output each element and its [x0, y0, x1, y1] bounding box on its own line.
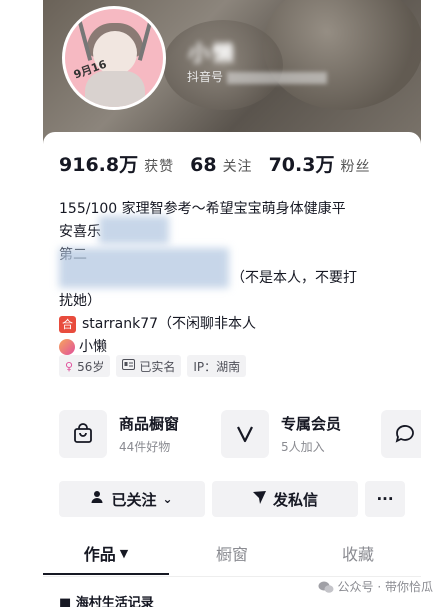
id-card-icon — [122, 359, 136, 373]
watermark: 公众号 · 带你恰瓜 — [318, 578, 433, 595]
service-subtitle: 44件好物 — [119, 440, 171, 454]
stat-value: 916.8万 — [59, 154, 139, 176]
banner-decoration — [263, 0, 421, 110]
group-chat-entry[interactable] — [381, 410, 421, 458]
bio[interactable]: 155/100 家理智参考～希望宝宝萌身体健康平 安喜乐 第二 （不是本人，不要… — [59, 198, 409, 359]
redaction-blur — [59, 248, 229, 288]
stat-value: 70.3万 — [268, 154, 335, 176]
content-tabs: 作品 ▼ 橱窗 收藏 — [43, 530, 421, 577]
tab-favorites[interactable]: 收藏 — [295, 530, 421, 576]
tab-label: 收藏 — [341, 545, 374, 564]
profile-chips: ♀ 56岁 已实名 IP：湖南 — [59, 355, 252, 377]
female-icon: ♀ — [65, 359, 74, 373]
chevron-down-icon: ⌄ — [162, 492, 173, 506]
profile-card: 916.8万 获赞 68 关注 70.3万 粉丝 155/100 家理智参考～希… — [43, 132, 421, 607]
profile-screen: 9月16 小懒 抖音号 916.8万 获赞 68 关注 70.3万 粉丝 155… — [43, 0, 421, 607]
bio-line: 扰她） — [59, 293, 101, 309]
shop-window-entry[interactable]: 商品橱窗 44件好物 — [59, 410, 179, 458]
shopping-bag-icon — [59, 410, 107, 458]
message-label: 发私信 — [272, 490, 318, 509]
chat-bubble-icon — [381, 410, 421, 458]
more-button[interactable]: ··· — [365, 481, 405, 517]
redaction-blur — [99, 216, 169, 244]
avatar-image: 9月16 — [65, 9, 163, 107]
chip-label: IP：湖南 — [193, 359, 241, 374]
tab-showcase[interactable]: 橱窗 — [169, 530, 295, 576]
tab-label: 橱窗 — [215, 545, 248, 564]
stat-label: 粉丝 — [340, 159, 371, 175]
stat-value: 68 — [190, 154, 217, 176]
followed-label: 已关注 — [111, 490, 157, 509]
membership-entry[interactable]: 专属会员 5人加入 — [221, 410, 341, 458]
left-margin — [0, 0, 43, 607]
stat-following[interactable]: 68 关注 — [190, 154, 252, 176]
service-subtitle: 5人加入 — [281, 440, 325, 454]
avatar-body — [85, 71, 145, 107]
douyin-id[interactable]: 抖音号 — [187, 68, 328, 85]
user-check-icon — [91, 490, 105, 508]
chip-verified[interactable]: 已实名 — [116, 355, 182, 377]
send-message-button[interactable]: 发私信 — [212, 481, 358, 517]
stat-label: 关注 — [222, 159, 253, 175]
bio-line: 合 starrank77（不闲聊非本人 — [59, 313, 409, 336]
sweet-potato-icon — [59, 339, 75, 355]
chip-label: 已实名 — [139, 359, 176, 374]
douyin-id-redacted — [227, 71, 328, 84]
stat-followers[interactable]: 70.3万 粉丝 — [269, 150, 371, 177]
active-tab-indicator — [43, 573, 169, 575]
more-dots-icon: ··· — [376, 490, 394, 508]
caret-down-icon: ▼ — [119, 546, 129, 560]
wechat-icon — [318, 581, 334, 593]
chip-age: ♀ 56岁 — [59, 355, 111, 377]
avatar[interactable]: 9月16 — [62, 6, 166, 110]
stat-label: 获赞 — [144, 159, 175, 175]
stat-likes[interactable]: 916.8万 获赞 — [59, 150, 174, 177]
tab-works[interactable]: 作品 ▼ — [43, 530, 169, 576]
followed-button[interactable]: 已关注 ⌄ — [59, 481, 205, 517]
douyin-id-label: 抖音号 — [187, 70, 224, 84]
tab-label: 作品 — [83, 545, 116, 564]
send-icon — [252, 490, 267, 509]
chip-label: 56岁 — [77, 359, 105, 374]
chip-ip: IP：湖南 — [187, 355, 247, 377]
bio-line-text: starrank77（不闲聊非本人 — [82, 316, 257, 332]
service-title: 商品橱窗 — [119, 415, 180, 433]
watermark-text: 公众号 · 带你恰瓜 — [337, 580, 433, 594]
tag-badge: 合 — [59, 315, 76, 333]
right-margin — [421, 0, 447, 607]
stats-row: 916.8万 获赞 68 关注 70.3万 粉丝 — [59, 150, 386, 177]
bio-line-text: 小懒 — [79, 339, 107, 355]
vip-v-icon — [221, 410, 269, 458]
service-title: 专属会员 — [281, 415, 342, 433]
collection-row[interactable]: ■ 海村生活记录 — [59, 592, 154, 607]
nickname: 小懒 — [188, 42, 237, 67]
